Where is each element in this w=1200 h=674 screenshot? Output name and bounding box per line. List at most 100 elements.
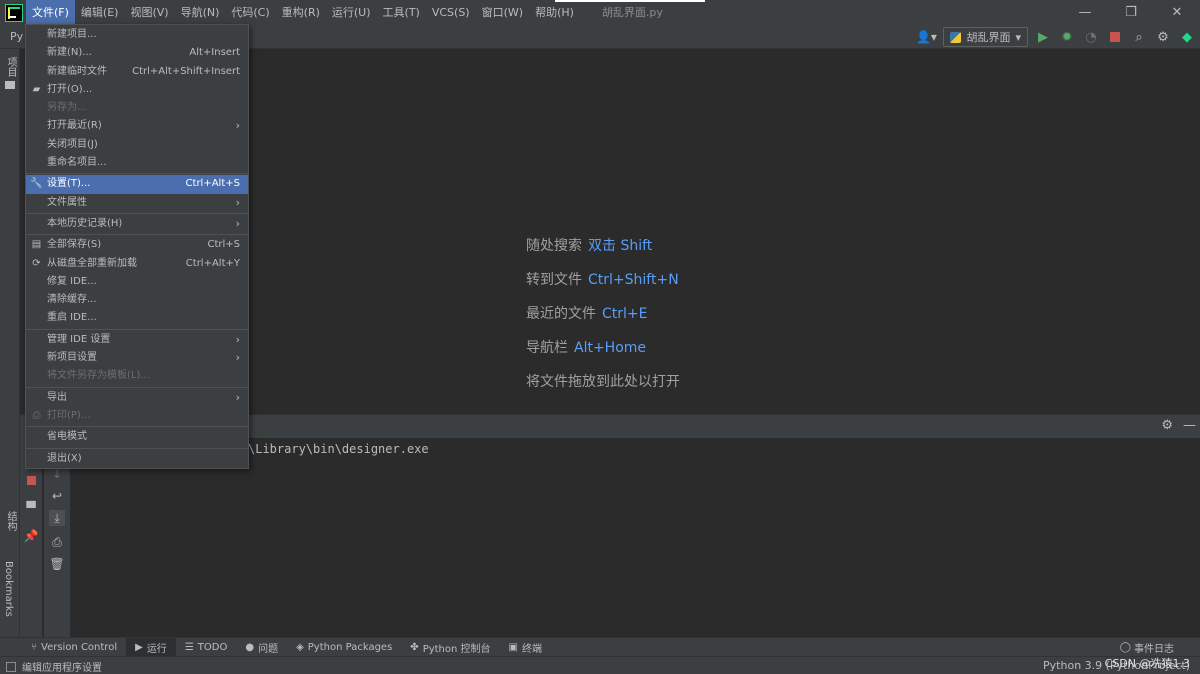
menu-item-new-scratch[interactable]: 新建临时文件 Ctrl+Alt+Shift+Insert: [26, 63, 248, 81]
menu-item-settings[interactable]: 🔧 设置(T)... Ctrl+Alt+S: [26, 175, 248, 194]
hint-label: 转到文件: [526, 272, 582, 288]
menu-item-restart-ide[interactable]: 重启 IDE...: [26, 309, 248, 327]
item-label: 新建(N)...: [47, 47, 92, 59]
minimize-button[interactable]: —: [1062, 0, 1108, 25]
menu-refactor[interactable]: 重构(R): [276, 0, 326, 25]
item-label: 管理 IDE 设置: [47, 333, 111, 345]
menu-item-invalidate-caches[interactable]: 清除缓存...: [26, 291, 248, 309]
menu-item-local-history[interactable]: 本地历史记录(H) ›: [26, 215, 248, 233]
menu-item-rename-project[interactable]: 重命名项目...: [26, 154, 248, 172]
menu-item-exit[interactable]: 退出(X): [26, 450, 248, 468]
menu-item-save-as: 另存为...: [26, 99, 248, 117]
stop-icon[interactable]: [23, 472, 39, 488]
menu-help[interactable]: 帮助(H): [529, 0, 580, 25]
item-label: 修复 IDE...: [47, 275, 97, 287]
soft-wrap-icon[interactable]: ↩: [49, 488, 65, 504]
tab-todo[interactable]: ☰ TODO: [176, 638, 237, 657]
chevron-right-icon: ›: [235, 216, 240, 230]
search-everywhere-hint: 随处搜索 双击 Shift: [526, 236, 680, 270]
menu-separator: [26, 173, 248, 175]
user-account-icon[interactable]: 👤▾: [915, 28, 937, 46]
tab-python-packages[interactable]: ◈ Python Packages: [287, 638, 401, 657]
item-label: 新项目设置: [47, 352, 97, 364]
item-label: 省电模式: [47, 431, 87, 443]
console-output-line: \Library\bin\designer.exe: [248, 442, 429, 456]
close-button[interactable]: ✕: [1154, 0, 1200, 25]
search-icon[interactable]: ⌕: [1130, 28, 1148, 46]
menu-edit[interactable]: 编辑(E): [75, 0, 125, 25]
structure-tool-tab[interactable]: 结构: [3, 511, 18, 531]
menu-item-save-all[interactable]: ▤ 全部保存(S) Ctrl+S: [26, 236, 248, 254]
menu-navigate[interactable]: 导航(N): [175, 0, 226, 25]
folder-icon: [5, 81, 15, 89]
project-tool-tab[interactable]: 项目: [3, 57, 18, 77]
menu-window[interactable]: 窗口(W): [476, 0, 529, 25]
item-label: 另存为...: [47, 102, 87, 114]
print-icon[interactable]: ⎙: [49, 534, 65, 550]
tab-run[interactable]: ▶ 运行: [126, 637, 176, 657]
item-label: 打印(P)...: [47, 409, 91, 421]
menu-code[interactable]: 代码(C): [225, 0, 275, 25]
tab-version-control[interactable]: ⑂ Version Control: [22, 638, 126, 657]
item-label: 设置(T)...: [47, 178, 91, 190]
trash-icon[interactable]: 🗑: [49, 556, 65, 572]
item-label: 退出(X): [47, 452, 82, 464]
menu-item-new-project-settings[interactable]: 新项目设置 ›: [26, 349, 248, 367]
menu-file[interactable]: 文件(F): [26, 0, 75, 25]
toggle-panels-icon[interactable]: [6, 661, 16, 672]
menu-item-open-recent[interactable]: 打开最近(R) ›: [26, 117, 248, 135]
print-icon: ⎙: [32, 409, 41, 421]
layers-icon: ◈: [296, 641, 304, 653]
tab-python-console[interactable]: ✤ Python 控制台: [401, 638, 499, 657]
scroll-to-end-icon[interactable]: ⤓: [49, 510, 65, 526]
python-icon: ✤: [410, 641, 419, 653]
restore-button[interactable]: ❐: [1108, 0, 1154, 25]
tab-label: 问题: [258, 643, 279, 655]
run-config-label: 胡乱界面: [966, 31, 1011, 44]
item-shortcut: Ctrl+Alt+Shift+Insert: [132, 65, 240, 77]
menu-view[interactable]: 视图(V): [124, 0, 174, 25]
menu-item-file-properties[interactable]: 文件属性 ›: [26, 194, 248, 212]
item-label: 重启 IDE...: [47, 312, 97, 324]
item-shortcut: Ctrl+S: [207, 239, 240, 251]
status-text: 编辑应用程序设置: [22, 663, 102, 674]
menu-vcs[interactable]: VCS(S): [426, 0, 476, 25]
menu-item-export[interactable]: 导出 ›: [26, 389, 248, 407]
status-bar: 编辑应用程序设置 Python 3.9 (PythonProject): [0, 656, 1200, 674]
menu-separator: [26, 426, 248, 428]
item-label: 关闭项目(J): [47, 138, 98, 150]
item-shortcut: Ctrl+Alt+Y: [185, 257, 240, 269]
bookmarks-tool-tab[interactable]: Bookmarks: [3, 561, 14, 617]
item-label: 将文件另存为模板(L)...: [47, 370, 150, 382]
menu-item-new[interactable]: 新建(N)... Alt+Insert: [26, 44, 248, 62]
menu-run[interactable]: 运行(U): [326, 0, 377, 25]
pin-icon[interactable]: 📌: [23, 528, 39, 544]
menu-item-open[interactable]: ▰ 打开(O)...: [26, 81, 248, 99]
menu-item-manage-ide-settings[interactable]: 管理 IDE 设置 ›: [26, 331, 248, 349]
terminal-icon: ▣: [508, 641, 518, 653]
project-breadcrumb[interactable]: Py: [10, 30, 23, 43]
tab-terminal[interactable]: ▣ 终端: [500, 638, 551, 657]
item-label: 新建项目...: [47, 29, 97, 40]
stop-icon[interactable]: [1106, 28, 1124, 46]
run-config-dropdown[interactable]: 胡乱界面 ▾: [943, 27, 1028, 47]
gear-icon[interactable]: ⚙: [1154, 28, 1172, 46]
menu-item-repair-ide[interactable]: 修复 IDE...: [26, 273, 248, 291]
item-label: 重命名项目...: [47, 157, 107, 169]
coverage-icon[interactable]: ◔: [1082, 28, 1100, 46]
menu-item-close-project[interactable]: 关闭项目(J): [26, 136, 248, 154]
menu-item-new-project[interactable]: 新建项目...: [26, 26, 248, 44]
gear-icon[interactable]: ⚙: [1161, 418, 1173, 433]
run-icon[interactable]: ▶: [1034, 28, 1052, 46]
pycharm-update-icon[interactable]: ◆: [1178, 28, 1196, 46]
item-label: 从磁盘全部重新加载: [47, 257, 137, 269]
hide-icon[interactable]: —: [1183, 418, 1196, 433]
menu-item-power-save[interactable]: 省电模式: [26, 428, 248, 446]
hint-label: 导航栏: [526, 340, 568, 356]
layout-icon[interactable]: ▀: [23, 500, 39, 516]
chevron-down-icon: ▾: [1015, 30, 1021, 44]
menu-tools[interactable]: 工具(T): [377, 0, 426, 25]
debug-icon[interactable]: ✹: [1058, 28, 1076, 46]
tab-problems[interactable]: ● 问题: [236, 638, 287, 657]
menu-item-reload-all[interactable]: ⟳ 从磁盘全部重新加载 Ctrl+Alt+Y: [26, 255, 248, 273]
